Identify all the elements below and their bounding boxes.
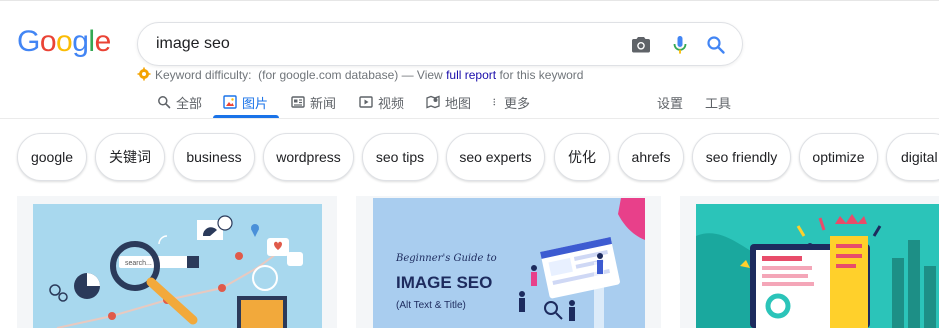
chip-ahrefs[interactable]: ahrefs — [618, 133, 684, 181]
card-title-line3: (Alt Text & Title) — [396, 300, 466, 311]
chip-seo-experts[interactable]: seo experts — [446, 133, 545, 181]
chip-google[interactable]: google — [17, 133, 87, 181]
image-result-3[interactable] — [680, 196, 939, 328]
logo-letter: g — [72, 25, 89, 58]
google-logo[interactable]: Google — [17, 24, 111, 60]
chip-seo-tips[interactable]: seo tips — [362, 133, 438, 181]
tab-label: 更多 — [504, 95, 531, 111]
tools-link[interactable]: 工具 — [705, 86, 731, 118]
tab-news[interactable]: 新闻 — [291, 86, 336, 118]
chip-optimization[interactable]: 优化 — [554, 133, 610, 181]
keyword-difficulty: Keyword difficulty: (for google.com data… — [137, 67, 583, 83]
tab-videos[interactable]: 视频 — [359, 86, 404, 118]
kd-suffix: for this keyword — [499, 68, 584, 82]
related-chips: google 关键词 business wordpress seo tips s… — [0, 133, 939, 181]
mic-icon[interactable] — [668, 33, 692, 57]
image-result-1[interactable]: search... — [17, 196, 337, 328]
logo-letter: o — [39, 25, 57, 58]
kd-database: (for google.com database) — View — [258, 68, 443, 82]
tab-label: 地图 — [445, 95, 472, 111]
chip-wordpress[interactable]: wordpress — [263, 133, 354, 181]
more-icon — [493, 98, 496, 106]
chip-keywords[interactable]: 关键词 — [95, 133, 165, 181]
search-icon[interactable] — [704, 33, 728, 57]
search-input[interactable] — [156, 23, 616, 65]
search-icon — [158, 96, 171, 109]
tab-label: 图片 — [242, 95, 269, 111]
news-icon — [291, 96, 305, 108]
seo-illustration-image: search... — [17, 196, 337, 328]
map-icon — [426, 95, 440, 109]
chip-digital[interactable]: digital — [886, 133, 939, 181]
video-icon — [359, 96, 373, 108]
chip-optimize[interactable]: optimize — [799, 133, 878, 181]
search-word: search... — [125, 260, 152, 267]
tab-label: 新闻 — [310, 95, 337, 111]
search-box[interactable] — [137, 22, 743, 66]
card-title-line2: IMAGE SEO — [396, 273, 492, 292]
top-border — [0, 0, 939, 1]
tab-images[interactable]: 图片 — [223, 86, 268, 118]
chip-business[interactable]: business — [173, 133, 255, 181]
tab-label: 全部 — [176, 95, 203, 111]
logo-letter: o — [56, 25, 73, 58]
image-icon — [223, 95, 237, 109]
keyword-tool-icon — [137, 67, 151, 81]
tab-more[interactable]: 更多 — [492, 86, 530, 118]
tab-all[interactable]: 全部 — [157, 86, 202, 118]
logo-letter: e — [94, 25, 112, 58]
chip-seo-friendly[interactable]: seo friendly — [692, 133, 791, 181]
image-result-2[interactable]: Beginner's Guide to IMAGE SEO (Alt Text … — [356, 196, 661, 328]
full-report-link[interactable]: full report — [446, 68, 496, 82]
card-title-line1: Beginner's Guide to — [395, 253, 497, 264]
settings-link[interactable]: 设置 — [657, 86, 683, 118]
seo-dashboard-image — [680, 196, 939, 328]
camera-icon[interactable] — [629, 33, 653, 57]
tab-maps[interactable]: 地图 — [426, 86, 471, 118]
image-seo-guide-image: Beginner's Guide to IMAGE SEO (Alt Text … — [356, 196, 661, 328]
tabs-divider — [0, 118, 939, 119]
tab-label: 视频 — [378, 95, 405, 111]
kd-label: Keyword difficulty: — [155, 68, 252, 82]
logo-letter: G — [17, 25, 40, 58]
